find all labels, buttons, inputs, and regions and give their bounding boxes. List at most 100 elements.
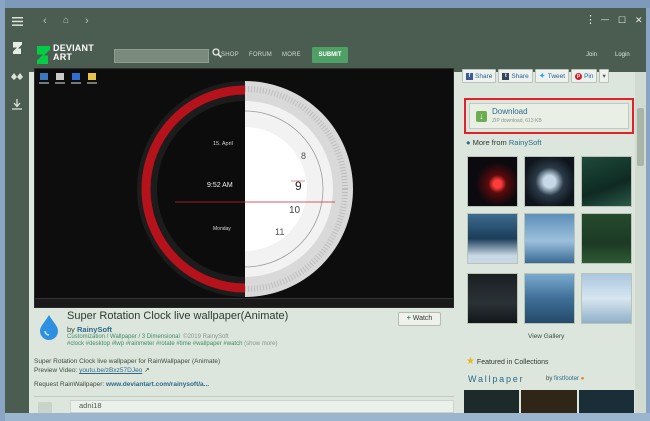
comment-author[interactable]: adni18: [79, 401, 102, 410]
share-label: Tweet: [547, 72, 566, 80]
category-link[interactable]: Customization / Wallpaper / 3 Dimensiona…: [67, 334, 180, 340]
by-label: by: [67, 325, 75, 334]
app-icon[interactable]: [5, 64, 29, 88]
deviantart-logo-icon[interactable]: [37, 46, 51, 64]
twitter-icon: ✦: [539, 72, 546, 80]
gallery-thumbnail[interactable]: [524, 213, 575, 264]
request-label: Request RainWallpaper:: [34, 381, 105, 388]
watch-label: Watch: [412, 315, 433, 322]
watch-button[interactable]: + Watch: [398, 312, 441, 326]
nav-forum[interactable]: FORUM: [249, 52, 272, 58]
preview-desktop-icons: [39, 73, 97, 86]
collection-thumbnail[interactable]: [521, 390, 577, 413]
artist-link[interactable]: RainySoft: [77, 325, 112, 334]
category-path: Customization / Wallpaper / 3 Dimensiona…: [67, 334, 229, 340]
more-from-header: ● More from RainySoft: [466, 138, 541, 147]
clock-day: Monday: [213, 226, 231, 232]
clock-graphic: [137, 81, 353, 297]
login-link[interactable]: Login: [615, 52, 630, 58]
app-window: ‹ ⌂ › ⋮ — ☐ ✕ DEVIANT ART SHOP FORUM MOR…: [5, 8, 646, 413]
share-more-dropdown[interactable]: ▾: [599, 69, 609, 83]
search-input[interactable]: [114, 49, 209, 63]
maximize-icon[interactable]: ☐: [618, 13, 626, 27]
artwork-preview[interactable]: 15. April 9:52 AM Monday 8 9 10 11: [34, 68, 454, 308]
deviantart-icon[interactable]: [5, 36, 29, 60]
collection-thumbnails: [464, 390, 634, 413]
gallery-thumbnail[interactable]: [581, 213, 632, 264]
minimize-icon[interactable]: —: [601, 13, 609, 27]
plus-icon: +: [406, 315, 411, 322]
logo-text[interactable]: DEVIANT ART: [53, 44, 94, 62]
tag-list[interactable]: #clock #desktop #lwp #rainmeter #rotate …: [67, 341, 242, 347]
caret-down-icon: ▾: [602, 73, 606, 80]
right-sidebar: f Share t Share ✦ Tweet p Pin ▾ ↓ Download Z…: [460, 68, 636, 413]
share-label: Pin: [584, 72, 594, 80]
forward-icon[interactable]: ›: [85, 14, 89, 28]
close-icon[interactable]: ✕: [635, 13, 643, 27]
tweet-button[interactable]: ✦ Tweet: [534, 69, 570, 83]
collection-title-link[interactable]: Wallpaper: [468, 374, 524, 384]
clock-date: 15. April: [213, 141, 233, 147]
copyright: ©2019 RainySoft: [183, 334, 229, 340]
comment-box[interactable]: [70, 400, 454, 413]
more-menu-icon[interactable]: ⋮: [585, 13, 596, 27]
tumblr-icon: t: [502, 72, 510, 80]
request-line: Request RainWallpaper: www.deviantart.co…: [34, 381, 209, 388]
collection-byline: by firstfooter ●: [546, 376, 584, 382]
show-more-link[interactable]: (show more): [244, 341, 277, 347]
download-button[interactable]: ↓ Download ZIP download, 613 KB: [469, 103, 629, 129]
download-icon[interactable]: [5, 92, 29, 116]
scrollbar-thumb[interactable]: [637, 108, 644, 166]
artwork-title: Super Rotation Clock live wallpaper(Anim…: [67, 310, 289, 322]
download-details: ZIP download, 613 KB: [492, 118, 542, 124]
more-from-author-link[interactable]: RainySoft: [509, 138, 542, 147]
nav-more[interactable]: MORE: [282, 52, 301, 58]
facebook-icon: f: [466, 72, 473, 80]
nav-shop[interactable]: SHOP: [221, 52, 239, 58]
clock-number: 11: [275, 227, 285, 237]
hamburger-icon[interactable]: [5, 9, 29, 33]
gallery-thumbnail[interactable]: [581, 156, 632, 207]
waterdrop-icon[interactable]: [38, 314, 60, 340]
gallery-thumbnail[interactable]: [467, 156, 518, 207]
divider: [34, 396, 454, 397]
preview-video-link[interactable]: youtu.be/zBxz57DJeo: [79, 367, 142, 374]
star-icon: ★: [466, 356, 475, 367]
collection-thumbnail[interactable]: [578, 390, 634, 413]
pinterest-icon: p: [575, 72, 583, 80]
join-link[interactable]: Join: [586, 52, 597, 58]
pin-button[interactable]: p Pin: [571, 69, 598, 83]
submit-button[interactable]: SUBMIT: [312, 47, 348, 63]
artist-avatar-icon: ●: [466, 138, 471, 147]
share-tumblr-button[interactable]: t Share: [498, 69, 533, 83]
share-facebook-button[interactable]: f Share: [462, 69, 497, 83]
view-gallery-link[interactable]: View Gallery: [528, 333, 564, 340]
collection-author-link[interactable]: firstfooter: [554, 376, 579, 382]
collection-thumbnail[interactable]: [464, 390, 520, 413]
share-label: Share: [475, 72, 493, 80]
clock-number: 10: [289, 205, 301, 216]
gallery-thumbnail[interactable]: [581, 273, 632, 324]
download-arrow-icon: ↓: [476, 111, 487, 122]
preview-video-line: Preview Video: youtu.be/zBxz57DJeo ↗: [34, 366, 150, 374]
gallery-thumbnail[interactable]: [467, 213, 518, 264]
avatar[interactable]: [38, 402, 52, 413]
gallery-thumbnail[interactable]: [524, 273, 575, 324]
badge-icon: ●: [580, 376, 585, 382]
request-link[interactable]: www.deviantart.com/rainysoft/a...: [106, 381, 209, 388]
featured-label: Featured in Collections: [476, 359, 549, 366]
site-header: DEVIANT ART SHOP FORUM MORE SUBMIT Join …: [29, 34, 646, 72]
title-bar: ‹ ⌂ › ⋮ — ☐ ✕: [29, 8, 646, 34]
tags: #clock #desktop #lwp #rainmeter #rotate …: [67, 341, 277, 347]
back-icon[interactable]: ‹: [43, 14, 47, 28]
artist-byline: by RainySoft: [67, 325, 112, 334]
comment-row: adni18: [34, 400, 454, 413]
collection-by-label: by: [546, 376, 553, 382]
logo-line2: ART: [53, 52, 73, 62]
description-line: Super Rotation Clock live wallpaper for …: [34, 358, 221, 365]
desktop-top-edge: [0, 0, 650, 8]
gallery-thumbnail[interactable]: [524, 156, 575, 207]
home-icon[interactable]: ⌂: [63, 14, 69, 28]
gallery-thumbnail[interactable]: [467, 273, 518, 324]
preview-taskbar: [35, 298, 453, 307]
